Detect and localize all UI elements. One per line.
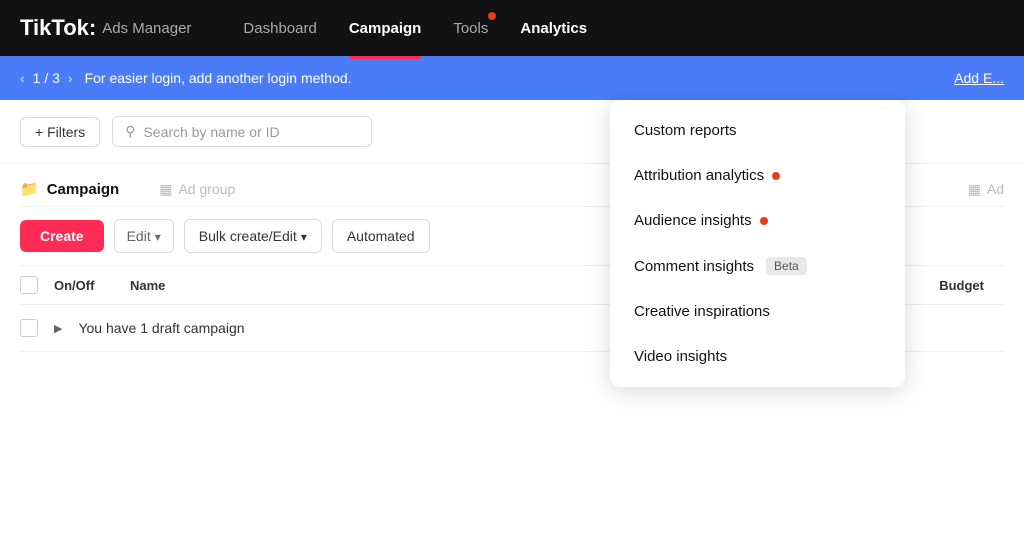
top-navigation: TikTok: Ads Manager Dashboard Campaign T… bbox=[0, 0, 1024, 56]
dropdown-item[interactable]: Attribution analytics bbox=[610, 153, 905, 198]
logo-tiktok: TikTok: bbox=[20, 15, 96, 41]
adgroup-icon: ▦ bbox=[159, 181, 172, 198]
dropdown-items-list: Custom reports Attribution analytics Audie… bbox=[610, 108, 905, 379]
search-placeholder: Search by name or ID bbox=[143, 124, 279, 140]
banner-link[interactable]: Add E... bbox=[954, 70, 1004, 86]
col-onoff: On/Off bbox=[54, 278, 114, 293]
banner-prev-arrow[interactable]: ‹ bbox=[20, 70, 25, 86]
tools-notification-dot bbox=[488, 12, 496, 20]
new-indicator-dot bbox=[772, 172, 780, 180]
dropdown-item-label: Comment insights bbox=[634, 258, 754, 275]
dropdown-item-label: Audience insights bbox=[634, 212, 752, 229]
dropdown-item[interactable]: Comment insights Beta bbox=[610, 243, 905, 289]
nav-items: Dashboard Campaign Tools Analytics bbox=[243, 16, 587, 41]
logo: TikTok: Ads Manager bbox=[20, 15, 191, 41]
dropdown-item[interactable]: Creative inspirations bbox=[610, 289, 905, 334]
dropdown-item-label: Custom reports bbox=[634, 122, 737, 139]
edit-chevron-icon bbox=[155, 228, 161, 244]
banner-count: 1 / 3 bbox=[33, 70, 60, 86]
adgroup-label: ▦ Ad group bbox=[159, 181, 235, 198]
notification-banner: ‹ 1 / 3 › For easier login, add another … bbox=[0, 56, 1024, 100]
automated-button[interactable]: Automated bbox=[332, 219, 430, 253]
ad-label: ▦ Ad bbox=[968, 181, 1004, 198]
nav-analytics[interactable]: Analytics bbox=[520, 16, 587, 41]
analytics-dropdown: Custom reports Attribution analytics Audie… bbox=[610, 100, 905, 387]
nav-tools[interactable]: Tools bbox=[453, 16, 488, 41]
banner-navigation: ‹ 1 / 3 › bbox=[20, 70, 73, 86]
dropdown-item[interactable]: Video insights bbox=[610, 334, 905, 379]
folder-icon: 📁 bbox=[20, 180, 39, 198]
new-indicator-dot bbox=[760, 217, 768, 225]
nav-campaign[interactable]: Campaign bbox=[349, 16, 422, 41]
dropdown-item-label: Video insights bbox=[634, 348, 727, 365]
logo-ads: Ads Manager bbox=[102, 20, 191, 37]
filters-button[interactable]: + Filters bbox=[20, 117, 100, 147]
dropdown-item-label: Creative inspirations bbox=[634, 303, 770, 320]
col-budget: Budget bbox=[939, 278, 984, 293]
edit-button[interactable]: Edit bbox=[114, 219, 174, 253]
search-icon: ⚲ bbox=[125, 123, 135, 140]
bulk-chevron-icon bbox=[301, 228, 307, 244]
ad-icon: ▦ bbox=[968, 181, 981, 198]
campaign-title: 📁 Campaign bbox=[20, 180, 119, 198]
banner-next-arrow[interactable]: › bbox=[68, 70, 73, 86]
dropdown-item[interactable]: Custom reports bbox=[610, 108, 905, 153]
search-box[interactable]: ⚲ Search by name or ID bbox=[112, 116, 372, 147]
beta-badge: Beta bbox=[766, 257, 807, 275]
dropdown-item[interactable]: Audience insights bbox=[610, 198, 905, 243]
campaign-label: Campaign bbox=[47, 181, 120, 198]
dropdown-item-label: Attribution analytics bbox=[634, 167, 764, 184]
row-checkbox[interactable] bbox=[20, 319, 38, 337]
bulk-create-button[interactable]: Bulk create/Edit bbox=[184, 219, 322, 253]
main-area: + Filters ⚲ Search by name or ID 📁 Campa… bbox=[0, 100, 1024, 559]
select-all-checkbox[interactable] bbox=[20, 276, 38, 294]
banner-text: For easier login, add another login meth… bbox=[85, 70, 943, 86]
nav-dashboard[interactable]: Dashboard bbox=[243, 16, 316, 41]
create-button[interactable]: Create bbox=[20, 220, 104, 252]
row-expand-icon[interactable]: ▶ bbox=[54, 322, 62, 335]
